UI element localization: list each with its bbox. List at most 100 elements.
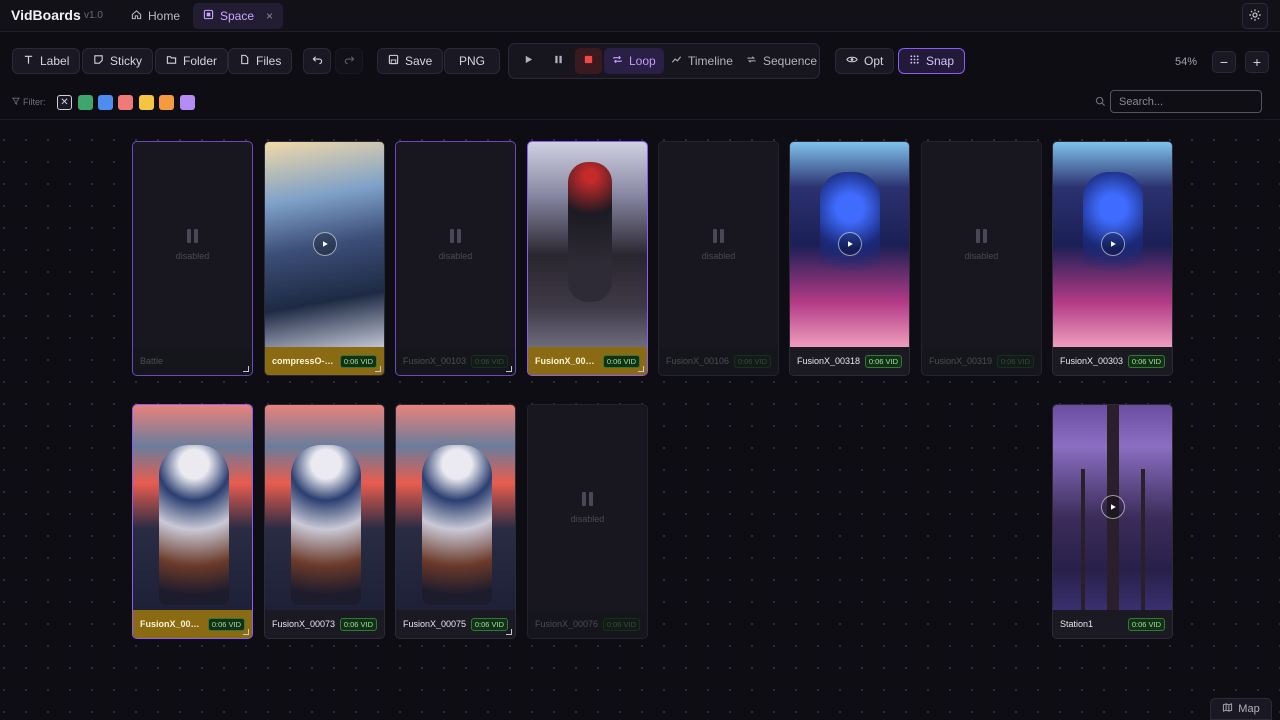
- filter-color-orange[interactable]: [159, 95, 174, 110]
- snap-toggle-label: Snap: [926, 54, 955, 68]
- pause-button[interactable]: [545, 48, 572, 74]
- redo-icon: [344, 54, 355, 68]
- toolbar: Label Sticky Folder Files Save PNG Loop …: [0, 38, 1280, 86]
- redo-button[interactable]: [335, 48, 363, 74]
- duration-badge: 0:06 VID: [1127, 617, 1165, 631]
- play-icon[interactable]: [838, 232, 862, 256]
- options-button[interactable]: Opt: [835, 48, 895, 74]
- video-card[interactable]: FusionX_00104 0:06 VID: [527, 141, 648, 376]
- stop-icon: [583, 54, 594, 68]
- add-sticky-button[interactable]: Sticky: [82, 48, 154, 74]
- filter-color-blue[interactable]: [98, 95, 113, 110]
- timeline-button-label: Timeline: [688, 54, 733, 68]
- settings-button[interactable]: [1242, 3, 1268, 29]
- add-files-button[interactable]: Files: [228, 48, 293, 74]
- title-bar: VidBoards v1.0 Home Space ×: [0, 0, 1280, 32]
- disabled-label: disabled: [701, 251, 736, 261]
- sequence-button-label: Sequence: [763, 54, 818, 68]
- resize-handle[interactable]: [375, 366, 381, 372]
- stop-button[interactable]: [575, 48, 602, 74]
- pause-icon: [553, 54, 564, 68]
- sequence-button[interactable]: Sequence: [738, 48, 825, 74]
- disabled-overlay: disabled: [133, 142, 252, 348]
- disabled-label: disabled: [175, 251, 210, 261]
- play-icon[interactable]: [1101, 232, 1125, 256]
- add-folder-button[interactable]: Folder: [155, 48, 229, 74]
- resize-handle[interactable]: [243, 629, 249, 635]
- minimap-button[interactable]: Map: [1210, 698, 1272, 720]
- duration-badge: 0:06 VID: [602, 617, 640, 631]
- card-footer: FusionX_00319 0:06 VID: [922, 347, 1041, 375]
- video-card[interactable]: FusionX_00075 0:06 VID: [395, 404, 516, 639]
- playback-controls: Loop Timeline Sequence: [508, 43, 820, 79]
- tab-space[interactable]: Space ×: [193, 3, 283, 29]
- filter-color-yellow[interactable]: [139, 95, 154, 110]
- board-canvas[interactable]: disabled Battle compressO-B... 0:06 VID …: [0, 121, 1280, 720]
- video-card[interactable]: FusionX_00318 0:06 VID: [789, 141, 910, 376]
- duration-badge: 0:06 VID: [602, 354, 640, 368]
- zoom-in-button[interactable]: +: [1245, 51, 1269, 73]
- disabled-overlay: disabled: [922, 142, 1041, 348]
- video-card[interactable]: disabled FusionX_00319 0:06 VID: [921, 141, 1042, 376]
- video-card[interactable]: disabled FusionX_00106 0:06 VID: [658, 141, 779, 376]
- duration-badge: 0:06 VID: [470, 617, 508, 631]
- undo-button[interactable]: [303, 48, 331, 74]
- resize-handle[interactable]: [506, 629, 512, 635]
- card-title: FusionX_00319: [929, 356, 993, 366]
- undo-icon: [312, 54, 323, 68]
- add-files-button-label: Files: [256, 54, 282, 68]
- video-card[interactable]: FusionX_00073 0:06 VID: [264, 404, 385, 639]
- filter-color-red[interactable]: [118, 95, 133, 110]
- card-footer: FusionX_00104 0:06 VID: [528, 347, 647, 375]
- disabled-label: disabled: [570, 514, 605, 524]
- video-card[interactable]: FusionX_00071 0:06 VID: [132, 404, 253, 639]
- zoom-out-button[interactable]: −: [1212, 51, 1236, 73]
- card-title: FusionX_00076: [535, 619, 599, 629]
- play-icon[interactable]: [1101, 495, 1125, 519]
- resize-handle[interactable]: [638, 366, 644, 372]
- save-button[interactable]: Save: [377, 48, 444, 74]
- duration-badge: 0:06 VID: [339, 354, 377, 368]
- close-icon[interactable]: ×: [266, 9, 273, 23]
- card-footer: FusionX_00076 0:06 VID: [528, 610, 647, 638]
- play-icon[interactable]: [313, 232, 337, 256]
- zoom-level: 54%: [1175, 56, 1198, 68]
- tab-home[interactable]: Home: [121, 3, 190, 29]
- sticky-note-icon: [93, 54, 104, 68]
- disabled-overlay: disabled: [659, 142, 778, 348]
- home-icon: [131, 9, 142, 23]
- card-footer: Battle: [133, 347, 252, 375]
- add-label-button[interactable]: Label: [12, 48, 81, 74]
- timeline-button[interactable]: Timeline: [663, 48, 741, 74]
- options-button-label: Opt: [864, 54, 884, 68]
- video-card[interactable]: Station1 0:06 VID: [1052, 404, 1173, 639]
- loop-toggle-label: Loop: [629, 54, 656, 68]
- video-card[interactable]: disabled FusionX_00103 0:06 VID: [395, 141, 516, 376]
- file-icon: [239, 54, 250, 68]
- resize-handle[interactable]: [506, 366, 512, 372]
- card-title: FusionX_00303: [1060, 356, 1124, 366]
- text-icon: [23, 54, 34, 68]
- filter-color-green[interactable]: [78, 95, 93, 110]
- video-card[interactable]: disabled Battle: [132, 141, 253, 376]
- loop-toggle[interactable]: Loop: [604, 48, 664, 74]
- plus-icon: +: [1252, 54, 1262, 70]
- pause-icon: [976, 229, 987, 243]
- play-button[interactable]: [515, 48, 542, 74]
- video-card[interactable]: compressO-B... 0:06 VID: [264, 141, 385, 376]
- export-png-button[interactable]: PNG: [444, 48, 501, 74]
- board-icon: [203, 9, 214, 23]
- video-card[interactable]: FusionX_00303 0:06 VID: [1052, 141, 1173, 376]
- snap-toggle[interactable]: Snap: [898, 48, 966, 74]
- video-card[interactable]: disabled FusionX_00076 0:06 VID: [527, 404, 648, 639]
- add-folder-button-label: Folder: [183, 54, 218, 68]
- filter-clear-button[interactable]: ✕: [57, 95, 72, 110]
- folder-icon: [166, 54, 177, 68]
- filter-label: Filter:: [12, 97, 46, 107]
- search-input[interactable]: [1110, 90, 1262, 113]
- disabled-overlay: disabled: [396, 142, 515, 348]
- filter-color-purple[interactable]: [180, 95, 195, 110]
- resize-handle[interactable]: [243, 366, 249, 372]
- disabled-label: disabled: [438, 251, 473, 261]
- video-thumbnail: [396, 405, 515, 611]
